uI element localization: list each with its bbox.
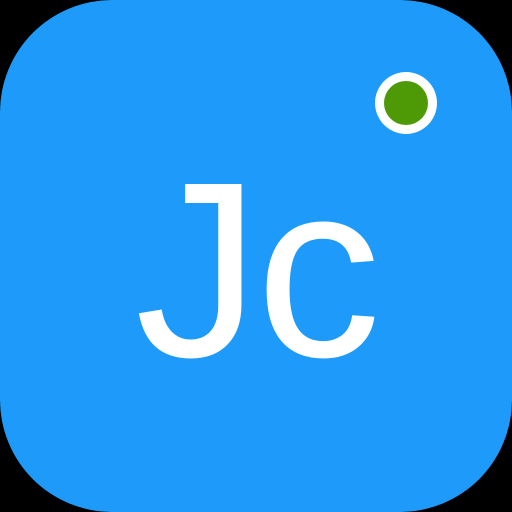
monogram-text: Jc <box>135 130 377 409</box>
online-status-icon <box>375 72 437 134</box>
app-icon-graphic: Jc <box>0 0 512 512</box>
app-icon[interactable]: Jc <box>0 0 512 512</box>
status-dot <box>384 81 428 125</box>
